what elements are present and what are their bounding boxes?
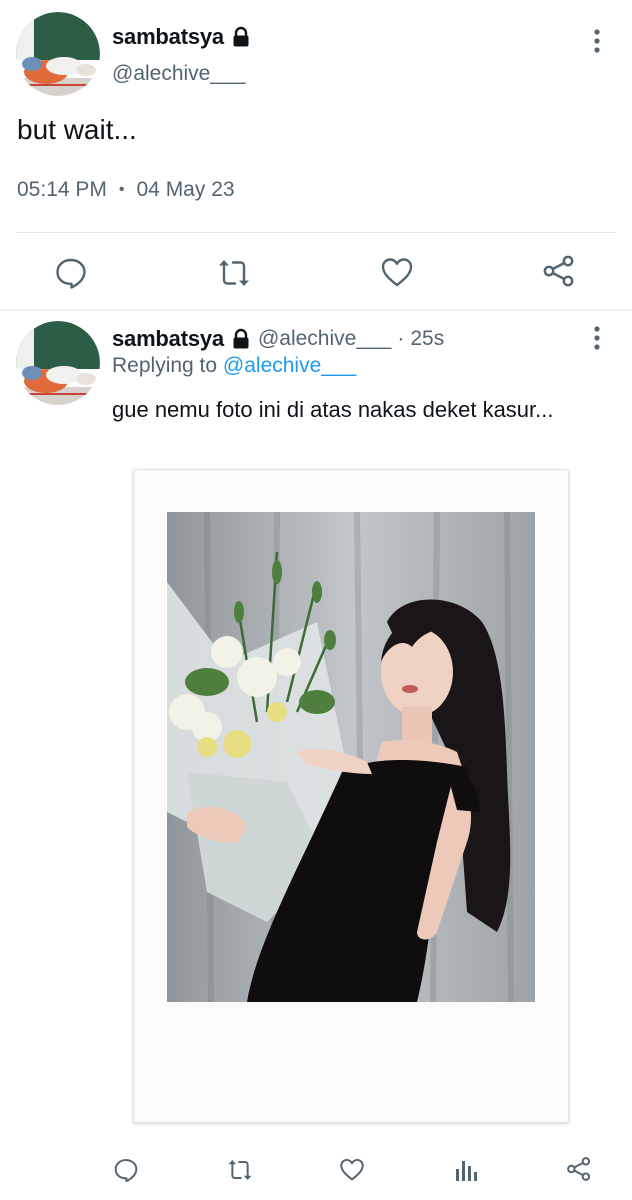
reply-icon bbox=[54, 256, 88, 290]
reply-tweet: sambatsya @alechive___ · 25s Replying to… bbox=[0, 311, 632, 1200]
retweet-icon bbox=[226, 1157, 254, 1183]
tweet-time[interactable]: 05:14 PM bbox=[17, 178, 107, 202]
like-icon bbox=[339, 1157, 365, 1182]
author-handle[interactable]: @alechive___ bbox=[112, 62, 245, 86]
author-handle[interactable]: @alechive___ bbox=[258, 327, 391, 351]
replying-to: Replying to @alechive___ bbox=[112, 354, 356, 378]
like-icon bbox=[380, 256, 414, 288]
analytics-icon bbox=[454, 1157, 478, 1183]
reply-icon bbox=[113, 1157, 139, 1183]
tweet-action-bar bbox=[0, 1151, 632, 1195]
author-name[interactable]: sambatsya bbox=[112, 24, 224, 50]
like-button[interactable] bbox=[339, 1157, 365, 1182]
avatar[interactable] bbox=[16, 12, 100, 96]
avatar[interactable] bbox=[16, 321, 100, 405]
lock-icon bbox=[230, 328, 252, 350]
time-separator: · bbox=[397, 327, 405, 350]
share-button[interactable] bbox=[542, 254, 576, 288]
tweet-action-bar bbox=[0, 248, 632, 298]
tweet-time-ago[interactable]: 25s bbox=[410, 327, 444, 351]
share-button[interactable] bbox=[566, 1156, 592, 1182]
retweet-button[interactable] bbox=[226, 1157, 254, 1183]
more-options-icon[interactable] bbox=[592, 325, 602, 351]
like-button[interactable] bbox=[380, 256, 414, 288]
tweet-date[interactable]: 04 May 23 bbox=[137, 178, 235, 202]
author-name[interactable]: sambatsya bbox=[112, 326, 224, 352]
more-options-icon[interactable] bbox=[592, 28, 602, 54]
reply-button[interactable] bbox=[113, 1157, 139, 1183]
divider bbox=[17, 232, 615, 233]
polaroid-photo bbox=[167, 512, 535, 1002]
tweet-text: gue nemu foto ini di atas nakas deket ka… bbox=[112, 397, 554, 422]
main-tweet: sambatsya @alechive___ but wait... 05:14… bbox=[0, 0, 632, 310]
replying-to-label: Replying to bbox=[112, 354, 218, 377]
tweet-photo[interactable] bbox=[133, 469, 569, 1123]
reply-button[interactable] bbox=[54, 256, 88, 290]
analytics-button[interactable] bbox=[454, 1157, 478, 1183]
share-icon bbox=[542, 254, 576, 288]
tweet-text: but wait... bbox=[17, 114, 137, 145]
share-icon bbox=[566, 1156, 592, 1182]
lock-icon bbox=[230, 26, 252, 48]
author-row: sambatsya bbox=[112, 24, 252, 50]
meta-separator: • bbox=[118, 181, 125, 198]
tweet-thread-screen: sambatsya @alechive___ but wait... 05:14… bbox=[0, 0, 632, 1200]
reply-author-row: sambatsya @alechive___ · 25s bbox=[112, 326, 444, 352]
retweet-icon bbox=[216, 256, 252, 290]
retweet-button[interactable] bbox=[216, 256, 252, 290]
tweet-timestamp: 05:14 PM • 04 May 23 bbox=[17, 178, 235, 202]
replying-to-handle[interactable]: @alechive___ bbox=[223, 354, 356, 377]
